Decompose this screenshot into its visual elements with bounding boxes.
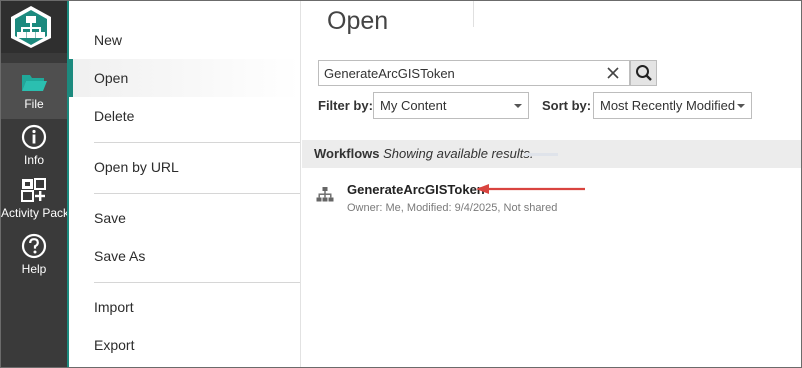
clear-search-icon[interactable] [605, 65, 621, 81]
rail-item-info[interactable]: Info [1, 121, 67, 171]
filter-select[interactable]: My Content [373, 92, 529, 119]
results-header: Workflows Showing available results. [302, 140, 801, 168]
logo-area [1, 1, 67, 53]
search-icon [636, 65, 652, 81]
results-heading: Workflows [314, 146, 380, 161]
workflow-icon [316, 187, 334, 202]
sort-value: Most Recently Modified [600, 98, 736, 113]
folder-icon [22, 75, 47, 91]
rail-item-label: Help [21, 262, 47, 276]
left-rail: File Info Activity Packs Help [1, 1, 76, 367]
rail-item-label: File [24, 97, 44, 111]
search-button[interactable] [630, 60, 657, 86]
divider [473, 1, 474, 27]
menu-item-open-by-url[interactable]: Open by URL [69, 148, 300, 186]
sort-label: Sort by: [542, 98, 592, 113]
chevron-down-icon [737, 104, 745, 108]
backstage-menu: New Open Delete Open by URL Save Save As… [69, 1, 301, 367]
activity-packs-icon [21, 178, 46, 202]
rail-item-label: Info [23, 153, 44, 167]
menu-item-new[interactable]: New [69, 21, 300, 59]
filter-label: Filter by: [318, 98, 373, 113]
menu-item-save-as[interactable]: Save As [69, 237, 300, 275]
search-input[interactable] [324, 63, 604, 83]
menu-divider [94, 193, 300, 194]
app-logo-icon [11, 6, 51, 48]
results-status: Showing available results. [383, 146, 534, 161]
chevron-down-icon [514, 104, 522, 108]
open-panel: Open Filter by: My Content Sort by: Most… [302, 1, 801, 367]
app-window: File Info Activity Packs Help New Open D… [0, 0, 802, 368]
help-icon [21, 233, 47, 259]
menu-item-open[interactable]: Open [69, 59, 300, 97]
info-icon [21, 124, 47, 150]
rail-item-activity-packs[interactable]: Activity Packs [1, 175, 76, 227]
menu-divider [94, 282, 300, 283]
rail-item-help[interactable]: Help [1, 231, 67, 281]
menu-item-save[interactable]: Save [69, 199, 300, 237]
workflow-name: GenerateArcGISToken [347, 182, 485, 197]
menu-item-import[interactable]: Import [69, 288, 300, 326]
sort-select[interactable]: Most Recently Modified [593, 92, 752, 119]
menu-divider [94, 142, 300, 143]
page-title: Open [327, 7, 389, 35]
rail-item-file[interactable]: File [1, 63, 67, 119]
search-box [318, 60, 630, 86]
divider [524, 153, 558, 156]
workflow-meta: Owner: Me, Modified: 9/4/2025, Not share… [347, 202, 558, 214]
menu-item-export[interactable]: Export [69, 326, 300, 364]
annotation-arrow-icon [476, 184, 585, 194]
menu-item-delete[interactable]: Delete [69, 97, 300, 135]
filter-value: My Content [380, 98, 447, 113]
rail-item-label: Activity Packs [1, 206, 76, 220]
